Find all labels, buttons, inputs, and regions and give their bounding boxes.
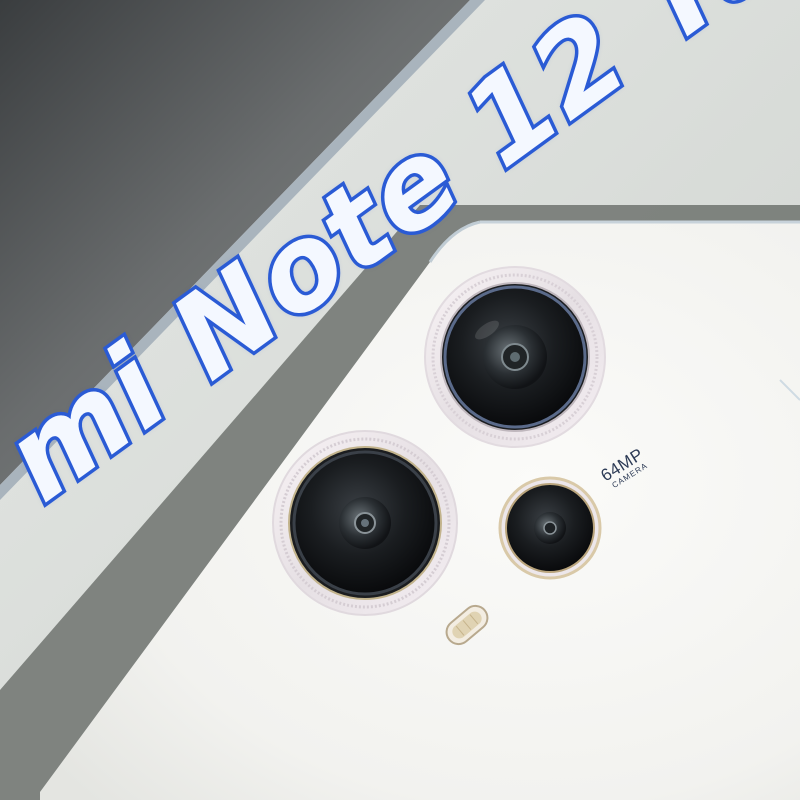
macro-camera-lens [498, 476, 602, 580]
main-camera-lens [424, 266, 606, 448]
photo-scene: mi Note 12 Tu 64MP CAMERA [0, 0, 800, 800]
ultrawide-camera-lens [272, 430, 458, 616]
